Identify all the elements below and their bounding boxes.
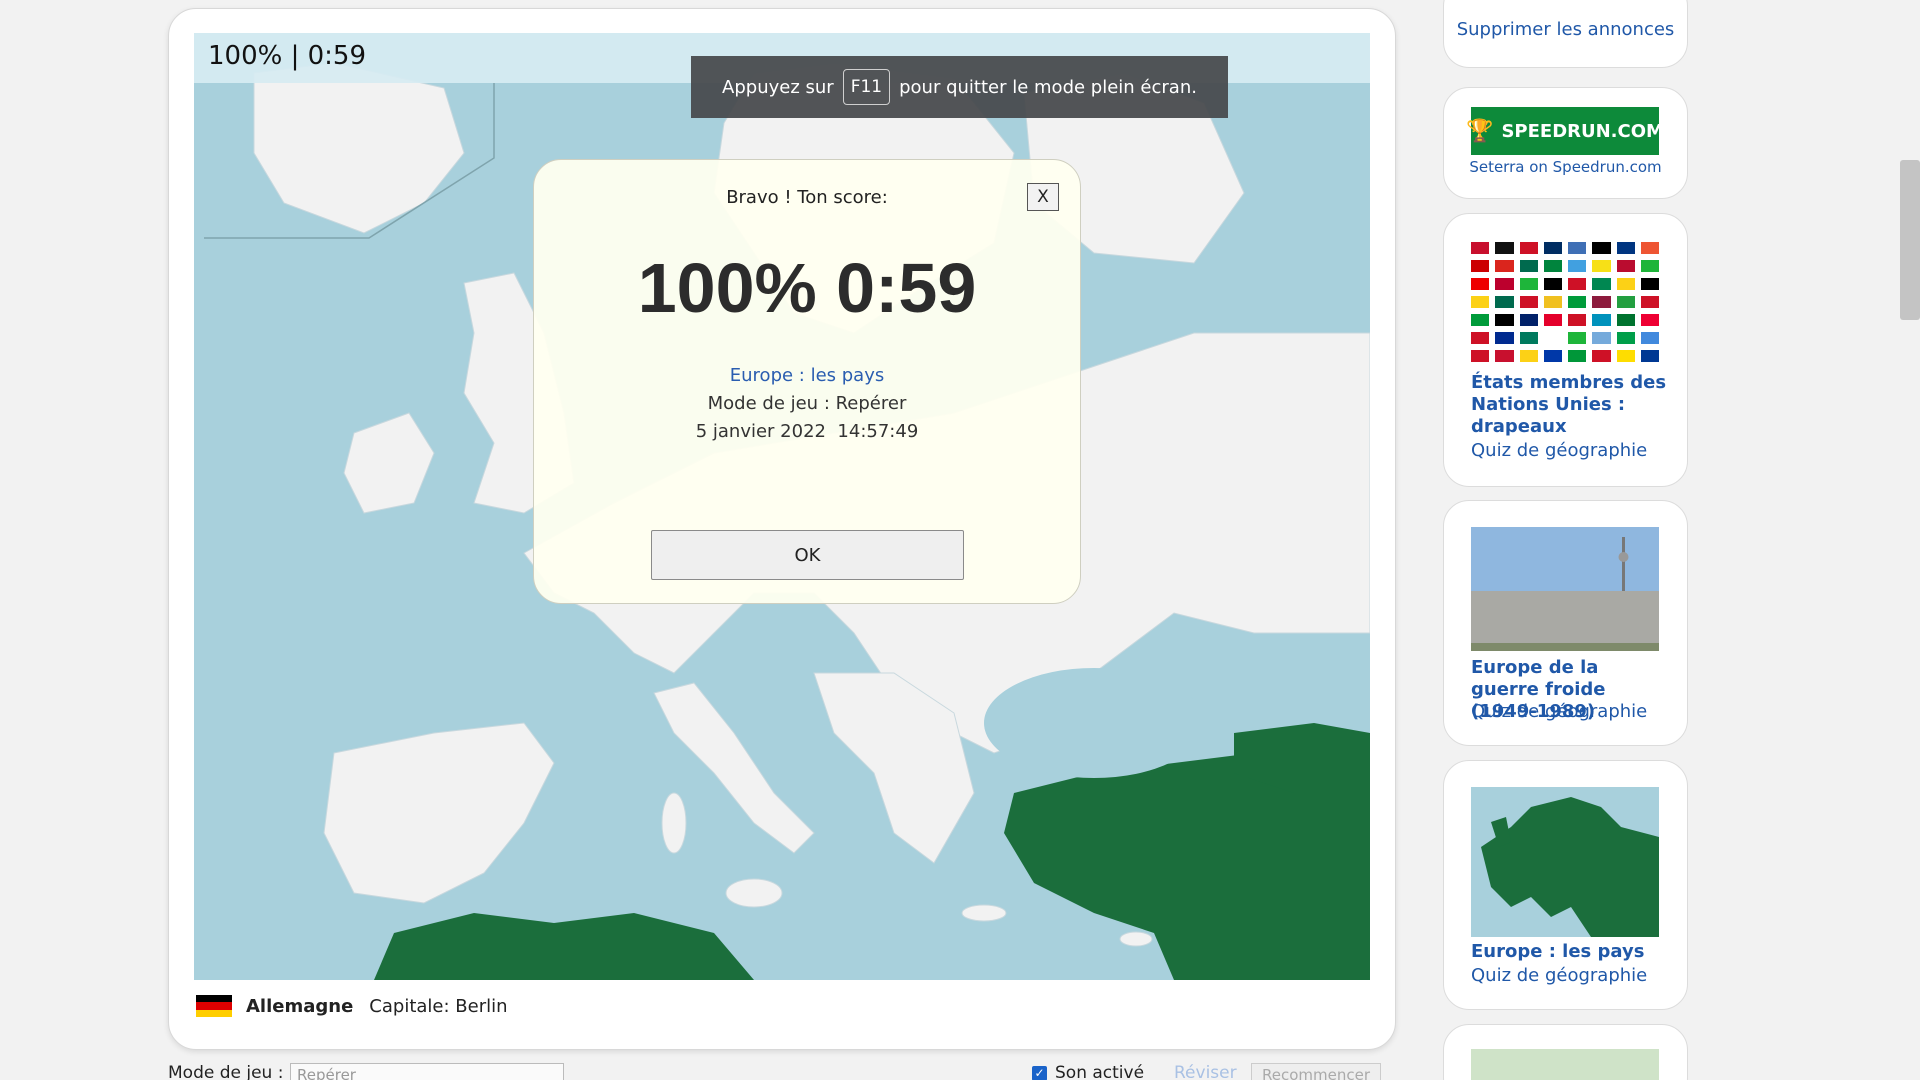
quiz-subtitle[interactable]: Quiz de géographie	[1471, 440, 1647, 461]
quiz-subtitle[interactable]: Quiz de géographie	[1471, 701, 1647, 722]
europe-map-thumbnail[interactable]	[1471, 787, 1659, 937]
dialog-close-button[interactable]: X	[1027, 183, 1059, 211]
mode-label: Mode de jeu :	[168, 1063, 284, 1080]
result-date: 5 janvier 2022 14:57:49	[695, 421, 919, 442]
land-crete	[961, 904, 1007, 922]
quiz-title[interactable]: États membres des Nations Unies : drapea…	[1471, 372, 1671, 438]
ok-button[interactable]: OK	[651, 530, 964, 580]
dialog-heading: Bravo ! Ton score:	[726, 187, 888, 208]
quiz-title[interactable]: Europe : les pays	[1471, 941, 1671, 963]
sound-checkbox[interactable]: ✓	[1032, 1065, 1047, 1080]
current-country-line: Allemagne Capitale: Berlin	[196, 994, 508, 1018]
trophy-icon: 🏆	[1466, 118, 1494, 144]
partial-thumbnail[interactable]	[1471, 1049, 1659, 1080]
quiz-subtitle[interactable]: Quiz de géographie	[1471, 965, 1647, 986]
speedrun-logo[interactable]: 🏆 SPEEDRUN.COM	[1466, 107, 1664, 155]
quiz-name-link[interactable]: Europe : les pays	[534, 365, 1080, 386]
remove-ads-link[interactable]: Supprimer les annonces	[1444, 19, 1687, 40]
quiz-card-un-flags[interactable]: États membres des Nations Unies : drapea…	[1443, 213, 1688, 487]
flags-grid	[1471, 240, 1659, 364]
quiz-card-cold-war[interactable]: Europe de la guerre froide (1949-1989) Q…	[1443, 500, 1688, 746]
land-cyprus	[1119, 931, 1153, 947]
speedrun-caption[interactable]: Seterra on Speedrun.com	[1444, 158, 1687, 176]
remove-ads-card: Supprimer les annonces	[1443, 0, 1688, 68]
speedrun-logo-text: SPEEDRUN.COM	[1501, 120, 1664, 142]
final-score: 100% 0:59	[637, 249, 977, 327]
revise-button[interactable]: Réviser	[1174, 1063, 1237, 1080]
restart-button[interactable]: Recommencer	[1251, 1063, 1381, 1080]
page-scrollbar-thumb[interactable]	[1900, 160, 1920, 320]
black-sea	[984, 668, 1204, 778]
land-sicily	[725, 878, 783, 908]
fullscreen-notice-after: pour quitter le mode plein écran.	[899, 76, 1197, 98]
fullscreen-notice-before: Appuyez sur	[722, 76, 834, 98]
germany-flag-icon	[196, 995, 232, 1017]
fullscreen-notice: Appuyez sur F11 pour quitter le mode ple…	[691, 56, 1228, 118]
game-controls: Mode de jeu : Repérer ✓ Son activé Révis…	[168, 1060, 1400, 1080]
berlin-wall-thumbnail[interactable]	[1471, 527, 1659, 651]
berlin-wall-image	[1471, 527, 1659, 651]
sound-label: Son activé	[1055, 1063, 1145, 1080]
sound-toggle[interactable]: ✓ Son activé	[1032, 1063, 1144, 1080]
quiz-card-partial[interactable]	[1443, 1024, 1688, 1080]
quiz-card-europe-countries[interactable]: Europe : les pays Quiz de géographie	[1443, 760, 1688, 1010]
europe-map-image	[1471, 787, 1659, 937]
country-name: Allemagne	[246, 995, 354, 1017]
mode-select[interactable]: Repérer	[290, 1063, 564, 1080]
country-capital: Capitale: Berlin	[369, 995, 508, 1017]
f11-key-badge: F11	[842, 69, 891, 105]
result-dialog: Bravo ! Ton score: X 100% 0:59 Europe : …	[533, 159, 1081, 604]
score-display: 100% | 0:59	[208, 41, 367, 71]
speedrun-card[interactable]: 🏆 SPEEDRUN.COM Seterra on Speedrun.com	[1443, 87, 1688, 199]
land-sardinia	[661, 792, 687, 854]
un-flags-thumbnail[interactable]	[1471, 240, 1659, 366]
game-mode-text: Mode de jeu : Repérer	[707, 393, 907, 414]
